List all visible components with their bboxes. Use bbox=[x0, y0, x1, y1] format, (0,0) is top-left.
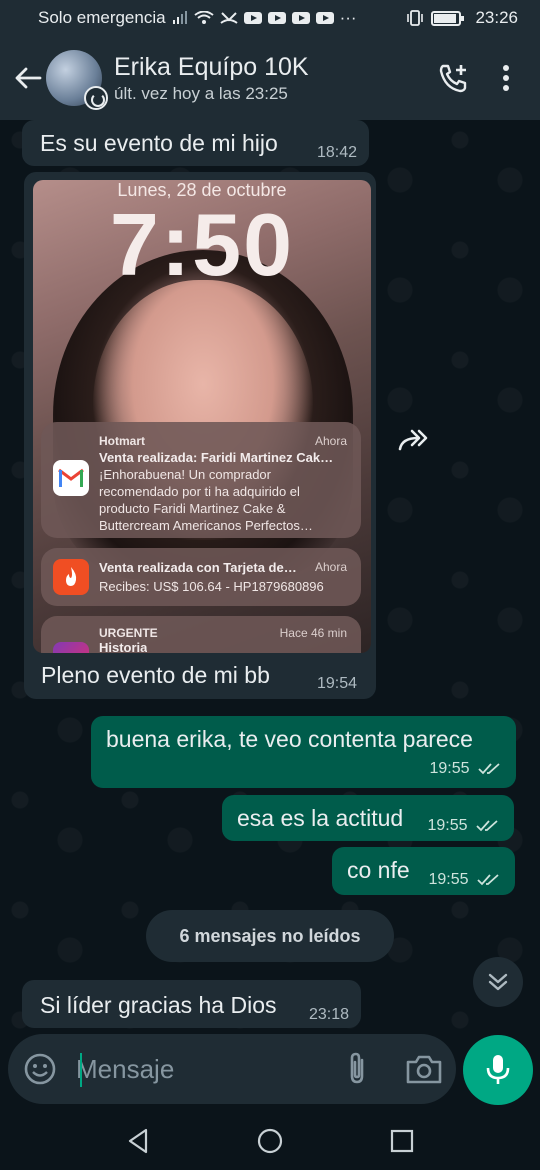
notification-title: Historia bbox=[99, 640, 148, 653]
notification-when: Hace 46 min bbox=[279, 626, 347, 640]
message-outgoing[interactable]: buena erika, te veo contenta parece 19:5… bbox=[91, 716, 516, 788]
unread-messages-banner: 6 mensajes no leídos bbox=[146, 910, 394, 962]
nav-home-button[interactable] bbox=[250, 1121, 290, 1161]
whatsapp-chat-screen: Solo emergencia ··· 23:26 Erika Equípo 1… bbox=[0, 0, 540, 1170]
text-cursor bbox=[80, 1053, 82, 1087]
notification-when: Ahora bbox=[314, 434, 347, 448]
image-attachment[interactable]: Lunes, 28 de octubre 7:50 Hotmart Ahora … bbox=[33, 180, 371, 653]
scroll-to-bottom-button[interactable] bbox=[473, 957, 523, 1007]
notification-urgent: URGENTE Hace 46 min Historia bbox=[41, 616, 361, 653]
camera-icon[interactable] bbox=[404, 1050, 444, 1088]
notification-title: Venta realizada: Faridi Martinez Cak… bbox=[99, 450, 334, 465]
triangle-back-icon bbox=[128, 1128, 148, 1154]
forward-button[interactable] bbox=[390, 416, 438, 464]
message-text: co nfe bbox=[347, 857, 410, 883]
notification-when: Ahora bbox=[314, 560, 347, 574]
notification-body: Recibes: US$ 106.64 - HP1879680896 bbox=[99, 579, 324, 594]
vibrate-icon bbox=[407, 10, 424, 26]
last-seen: últ. vez hoy a las 23:25 bbox=[114, 84, 288, 103]
message-composer bbox=[8, 1034, 456, 1104]
message-incoming[interactable]: Es su evento de mi hijo 18:42 bbox=[22, 120, 369, 166]
hotmart-icon bbox=[53, 559, 89, 595]
wifi-icon bbox=[193, 11, 214, 24]
message-text: Si líder gracias ha Dios bbox=[40, 992, 277, 1018]
double-check-icon bbox=[478, 763, 500, 775]
nav-recents-button[interactable] bbox=[382, 1121, 422, 1161]
chat-area[interactable]: Es su evento de mi hijo 18:42 Lunes, 28 … bbox=[0, 120, 540, 1038]
emoji-icon[interactable] bbox=[22, 1051, 58, 1087]
voice-message-button[interactable] bbox=[463, 1035, 533, 1105]
menu-button[interactable] bbox=[480, 48, 532, 108]
message-text: Es su evento de mi hijo bbox=[40, 130, 278, 156]
contact-name: Erika Equípo 10K bbox=[114, 53, 309, 81]
battery-icon bbox=[431, 10, 465, 26]
more-notifications-icon: ··· bbox=[339, 8, 357, 27]
message-time: 19:55 bbox=[428, 817, 501, 835]
notification-body: ¡Enhorabuena! Un comprador recomendado p… bbox=[99, 467, 313, 533]
clock: 23:26 bbox=[475, 8, 518, 27]
message-time: 19:55 bbox=[430, 760, 503, 778]
message-text: buena erika, te veo contenta parece bbox=[106, 726, 473, 752]
message-outgoing[interactable]: esa es la actitud 19:55 bbox=[222, 795, 514, 841]
message-outgoing[interactable]: co nfe 19:55 bbox=[332, 847, 515, 895]
notification-app: URGENTE bbox=[99, 626, 158, 640]
notification-app: Hotmart bbox=[99, 434, 146, 448]
status-bar: Solo emergencia ··· 23:26 bbox=[0, 0, 540, 36]
status-ring-icon bbox=[84, 86, 108, 110]
double-check-icon bbox=[476, 820, 498, 832]
message-incoming[interactable]: Si líder gracias ha Dios 23:18 bbox=[22, 980, 361, 1028]
youtube-icon bbox=[291, 12, 310, 24]
microphone-icon bbox=[486, 1055, 510, 1084]
notification-title: Venta realizada con Tarjeta de… bbox=[99, 560, 297, 575]
add-call-button[interactable] bbox=[428, 48, 480, 108]
circle-home-icon bbox=[257, 1128, 283, 1154]
message-time: 18:42 bbox=[316, 144, 357, 161]
chat-header: Erika Equípo 10K últ. vez hoy a las 23:2… bbox=[0, 36, 540, 120]
double-check-icon bbox=[477, 874, 499, 886]
nav-back-button[interactable] bbox=[118, 1121, 158, 1161]
instagram-icon bbox=[53, 642, 89, 653]
notification-hotmart: Hotmart Ahora Venta realizada: Faridi Ma… bbox=[41, 422, 361, 538]
message-time: 19:54 bbox=[317, 675, 358, 692]
youtube-icon bbox=[243, 12, 262, 24]
youtube-icon bbox=[315, 12, 334, 24]
more-vertical-icon bbox=[503, 65, 509, 91]
notification-sale: Venta realizada con Tarjeta de… Ahora Re… bbox=[41, 548, 361, 606]
avatar[interactable] bbox=[46, 50, 108, 110]
forward-icon bbox=[398, 429, 428, 451]
message-text: esa es la actitud bbox=[237, 805, 404, 831]
system-navigation-bar bbox=[0, 1112, 540, 1170]
back-button[interactable] bbox=[6, 48, 50, 108]
carrier-label: Solo emergencia bbox=[38, 8, 166, 27]
image-caption: Pleno evento de mi bb bbox=[41, 662, 270, 688]
youtube-icon bbox=[267, 12, 286, 24]
square-recents-icon bbox=[390, 1129, 414, 1153]
contact-info[interactable]: Erika Equípo 10K últ. vez hoy a las 23:2… bbox=[114, 52, 428, 104]
message-time: 23:18 bbox=[308, 1006, 349, 1023]
add-call-icon bbox=[439, 64, 467, 93]
lockscreen-time: 7:50 bbox=[109, 195, 295, 294]
signal-icon bbox=[172, 11, 187, 24]
double-chevron-down-icon bbox=[488, 973, 508, 991]
message-input[interactable] bbox=[76, 1050, 326, 1088]
gmail-icon bbox=[53, 460, 89, 496]
paperclip-icon[interactable] bbox=[338, 1050, 376, 1088]
arrow-left-icon bbox=[15, 67, 42, 89]
missed-call-icon bbox=[219, 12, 238, 24]
message-time: 19:55 bbox=[429, 871, 502, 889]
